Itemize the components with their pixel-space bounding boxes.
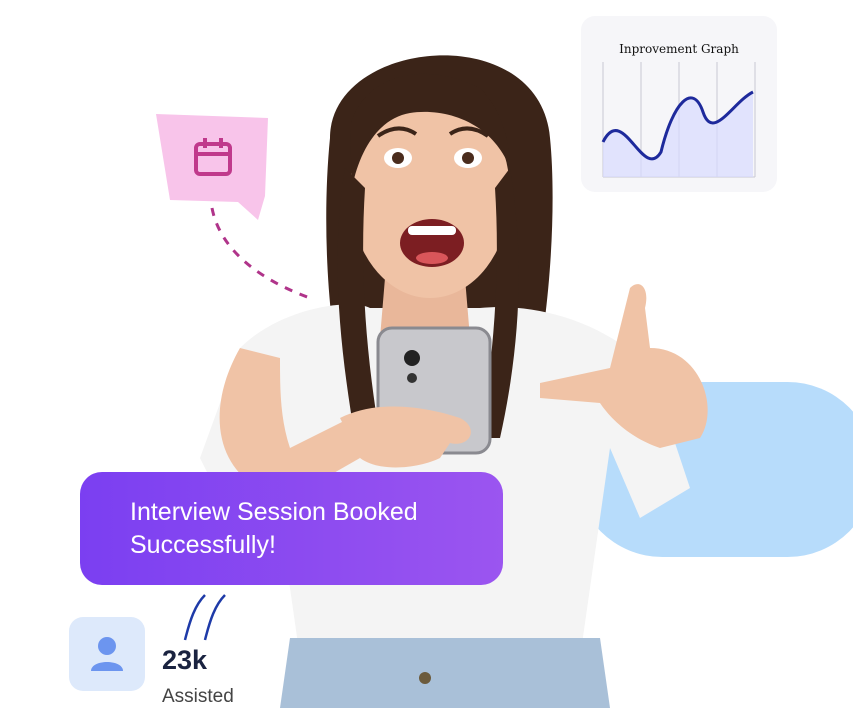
improvement-graph	[601, 62, 756, 178]
toast-message-line2: Successfully!	[130, 531, 276, 559]
graph-title: Inprovement Graph	[619, 42, 739, 56]
user-icon	[91, 637, 123, 671]
calendar-chat-bubble	[156, 114, 268, 220]
stat-value: 23k	[162, 645, 208, 675]
toast-message-line1: Interview Session Booked	[130, 498, 418, 526]
booking-success-toast: Interview Session Booked Successfully!	[80, 472, 503, 585]
stat-label: Assisted	[162, 686, 234, 707]
stat-icon-box	[69, 617, 145, 691]
improvement-graph-card: Inprovement Graph	[581, 16, 777, 192]
